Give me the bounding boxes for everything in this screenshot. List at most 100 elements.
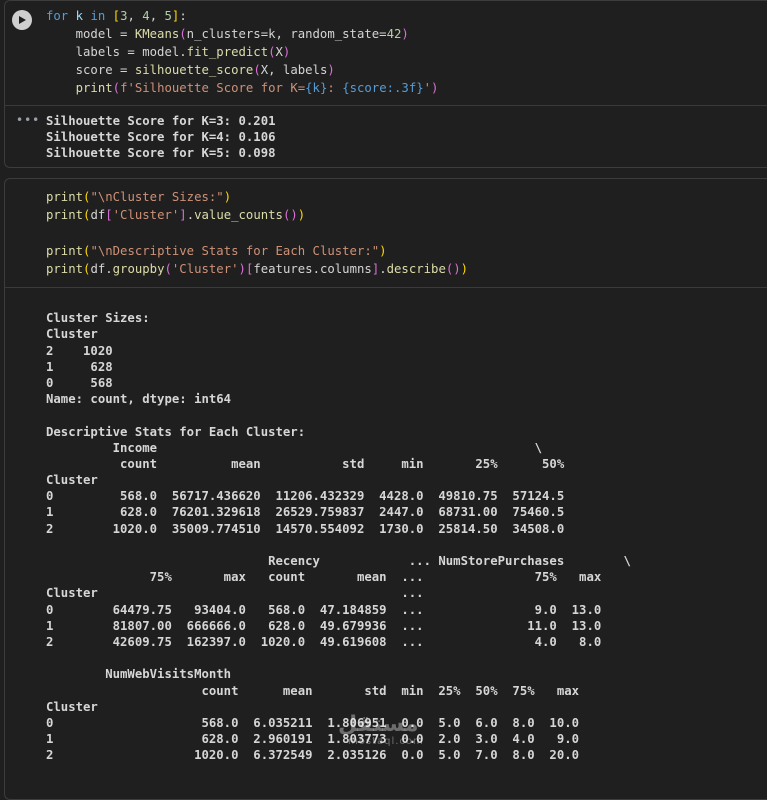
code-line[interactable]: print(f'Silhouette Score for K={k}: {sco… (46, 79, 439, 97)
output-line: Descriptive Stats for Each Cluster: (46, 424, 306, 439)
code-token: features.columns (253, 262, 372, 276)
run-cell-button[interactable] (12, 10, 32, 30)
code-token: print (46, 244, 84, 258)
code-token: 'Cluster' (171, 262, 239, 276)
code-token: [ (105, 208, 113, 222)
code-token: ( (268, 45, 276, 59)
cell-output-1: Silhouette Score for K=3: 0.201 Silhouett… (46, 113, 276, 162)
code-token: df (90, 208, 106, 222)
code-token: f'Silhouette Score for K= (120, 81, 306, 95)
code-token: "\nDescriptive Stats for Each Cluster:" (90, 244, 380, 258)
code-token: ) (431, 81, 439, 95)
output-line: 2 1020.0 35009.774510 14570.554092 1730.… (46, 521, 565, 536)
code-token: df. (90, 262, 113, 276)
code-token: labels = model. (46, 45, 187, 59)
cell-output-2: Cluster Sizes: Cluster 2 1020 1 628 0 568 Nam… (46, 294, 631, 763)
code-token: KMeans (134, 27, 180, 41)
code-token: model = (46, 27, 135, 41)
output-line: 0 568 (46, 375, 113, 390)
code-editor-1[interactable]: for k in [3, 4, 5]: model = KMeans(n_clu… (46, 7, 438, 97)
output-line: 75% max count mean ... 75% max (46, 570, 602, 585)
code-token: print (46, 190, 84, 204)
code-token: "\nCluster Sizes:" (90, 190, 224, 204)
output-line: NumWebVisitsMonth (46, 667, 232, 682)
code-token: value_counts (194, 208, 283, 222)
code-token: () (282, 208, 298, 222)
output-line: 0 568.0 56717.436620 11206.432329 4428.0… (46, 489, 565, 504)
code-line[interactable]: print(df.groupby('Cluster')[features.col… (46, 260, 468, 278)
play-icon (19, 16, 26, 24)
output-line: 2 1020.0 6.372549 2.035126 0.0 5.0 7.0 8… (46, 748, 580, 763)
code-token: ] (179, 208, 187, 222)
code-token: print (46, 262, 84, 276)
code-token: . (186, 208, 195, 222)
code-token: ) (238, 262, 246, 276)
code-token: 42 (386, 27, 402, 41)
output-line: count mean std min 25% 50% 75% max (46, 683, 580, 698)
output-line: 2 42609.75 162397.0 1020.0 49.619608 ...… (46, 634, 602, 649)
code-token: ) (327, 63, 335, 77)
output-line: Name: count, dtype: int64 (46, 392, 232, 407)
output-line: count mean std min 25% 50% (46, 456, 565, 471)
output-line: 1 81807.00 666666.0 628.0 49.679936 ... … (46, 618, 602, 633)
code-token: ( (253, 63, 261, 77)
code-editor-2[interactable]: print("\nCluster Sizes:") print(df['Clust… (46, 188, 468, 278)
code-token: ) (379, 244, 387, 258)
ellipsis-icon[interactable]: ••• (16, 113, 40, 127)
code-token: print (46, 208, 84, 222)
code-token: X (275, 45, 283, 59)
code-token: ( (164, 262, 172, 276)
code-token: . (379, 262, 387, 276)
code-token: silhouette_score (134, 63, 254, 77)
code-line[interactable]: print(df['Cluster'].value_counts()) (46, 206, 468, 224)
output-line: Silhouette Score for K=4: 0.106 (46, 130, 276, 145)
code-line[interactable]: print("\nDescriptive Stats for Each Clus… (46, 242, 468, 260)
code-token: ) (460, 262, 469, 276)
code-token: fit_predict (186, 45, 269, 59)
code-token: k (75, 9, 91, 23)
code-token: ( (112, 81, 121, 95)
code-token: in (90, 9, 113, 23)
output-line: Cluster ... (46, 586, 424, 601)
code-token: groupby (112, 262, 165, 276)
code-token: : (179, 9, 187, 23)
output-line: 1 628 (46, 359, 113, 374)
code-token: 'Cluster' (112, 208, 180, 222)
code-token: score = (46, 63, 135, 77)
code-line[interactable]: labels = model.fit_predict(X) (46, 43, 438, 61)
code-token: ) (297, 208, 306, 222)
code-token: n_clusters=k, random_state= (186, 27, 387, 41)
code-token: ) (282, 45, 291, 59)
code-token: 4 (142, 9, 150, 23)
code-token: : (327, 81, 343, 95)
code-token: X, labels (260, 63, 328, 77)
code-token: ( (179, 27, 187, 41)
code-token: print (75, 81, 113, 95)
code-line[interactable]: for k in [3, 4, 5]: (46, 7, 438, 25)
output-line: Recency ... NumStorePurchases \ (46, 554, 631, 568)
code-token: for (46, 9, 76, 23)
cell-output-divider (4, 105, 767, 106)
code-token: {score:.3f} (342, 81, 424, 95)
code-token: ) (401, 27, 409, 41)
code-line[interactable]: model = KMeans(n_clusters=k, random_stat… (46, 25, 438, 43)
output-line: Silhouette Score for K=5: 0.098 (46, 146, 276, 161)
cell-output-divider (4, 287, 767, 288)
output-line: Cluster (46, 327, 98, 342)
output-line: 1 628.0 76201.329618 26529.759837 2447.0… (46, 505, 565, 520)
code-token: [ (112, 9, 121, 23)
code-token: () (445, 262, 461, 276)
output-line: Cluster (46, 473, 98, 488)
code-token: ' (423, 81, 432, 95)
output-line: Cluster Sizes: (46, 311, 150, 326)
code-token: ) (223, 190, 232, 204)
code-line[interactable] (46, 224, 468, 242)
output-line: Income \ (46, 440, 543, 455)
output-line: 2 1020 (46, 343, 113, 358)
code-line[interactable]: score = silhouette_score(X, labels) (46, 61, 438, 79)
code-line[interactable]: print("\nCluster Sizes:") (46, 188, 468, 206)
